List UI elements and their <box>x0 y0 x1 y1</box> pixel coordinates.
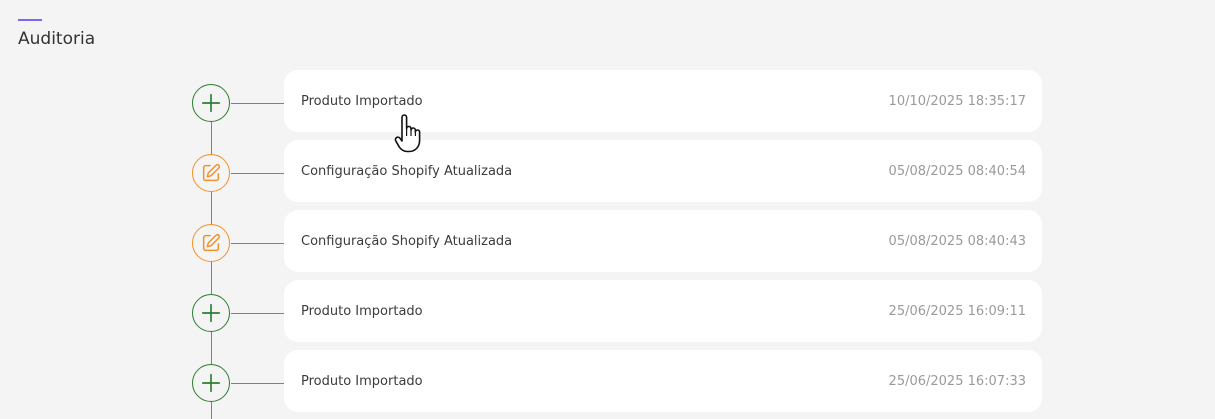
page-title: Auditoria <box>18 29 96 49</box>
audit-event-title: Produto Importado <box>301 303 423 319</box>
timeline-connector <box>231 383 285 384</box>
timeline-entry: Configuração Shopify Atualizada 05/08/20… <box>0 210 1215 272</box>
audit-event-timestamp: 25/06/2025 16:09:11 <box>888 303 1026 319</box>
audit-card[interactable]: Produto Importado 25/06/2025 16:07:33 <box>284 350 1042 412</box>
audit-page: Auditoria Produto Importado 10/10/2025 1… <box>0 0 1215 419</box>
audit-event-timestamp: 05/08/2025 08:40:43 <box>888 233 1026 249</box>
edit-icon <box>192 224 230 262</box>
hand-pointer-cursor-icon <box>394 114 421 153</box>
audit-card[interactable]: Configuração Shopify Atualizada 05/08/20… <box>284 210 1042 272</box>
title-accent-bar <box>18 19 42 21</box>
audit-event-timestamp: 10/10/2025 18:35:17 <box>888 93 1026 109</box>
plus-icon <box>192 294 230 332</box>
timeline-connector <box>231 313 285 314</box>
timeline-connector <box>231 173 285 174</box>
audit-event-timestamp: 05/08/2025 08:40:54 <box>888 163 1026 179</box>
plus-icon <box>192 84 230 122</box>
plus-icon <box>192 364 230 402</box>
timeline-connector <box>231 243 285 244</box>
timeline-entry: Produto Importado 25/06/2025 16:07:33 <box>0 350 1215 412</box>
timeline-entry: Produto Importado 25/06/2025 16:09:11 <box>0 280 1215 342</box>
timeline-connector <box>231 103 285 104</box>
audit-card[interactable]: Produto Importado 25/06/2025 16:09:11 <box>284 280 1042 342</box>
timeline-entry: Configuração Shopify Atualizada 05/08/20… <box>0 140 1215 202</box>
audit-event-timestamp: 25/06/2025 16:07:33 <box>888 373 1026 389</box>
timeline-entry: Produto Importado 10/10/2025 18:35:17 <box>0 70 1215 132</box>
audit-event-title: Produto Importado <box>301 373 423 389</box>
edit-icon <box>192 154 230 192</box>
audit-event-title: Produto Importado <box>301 93 423 109</box>
audit-event-title: Configuração Shopify Atualizada <box>301 233 513 249</box>
audit-event-title: Configuração Shopify Atualizada <box>301 163 513 179</box>
